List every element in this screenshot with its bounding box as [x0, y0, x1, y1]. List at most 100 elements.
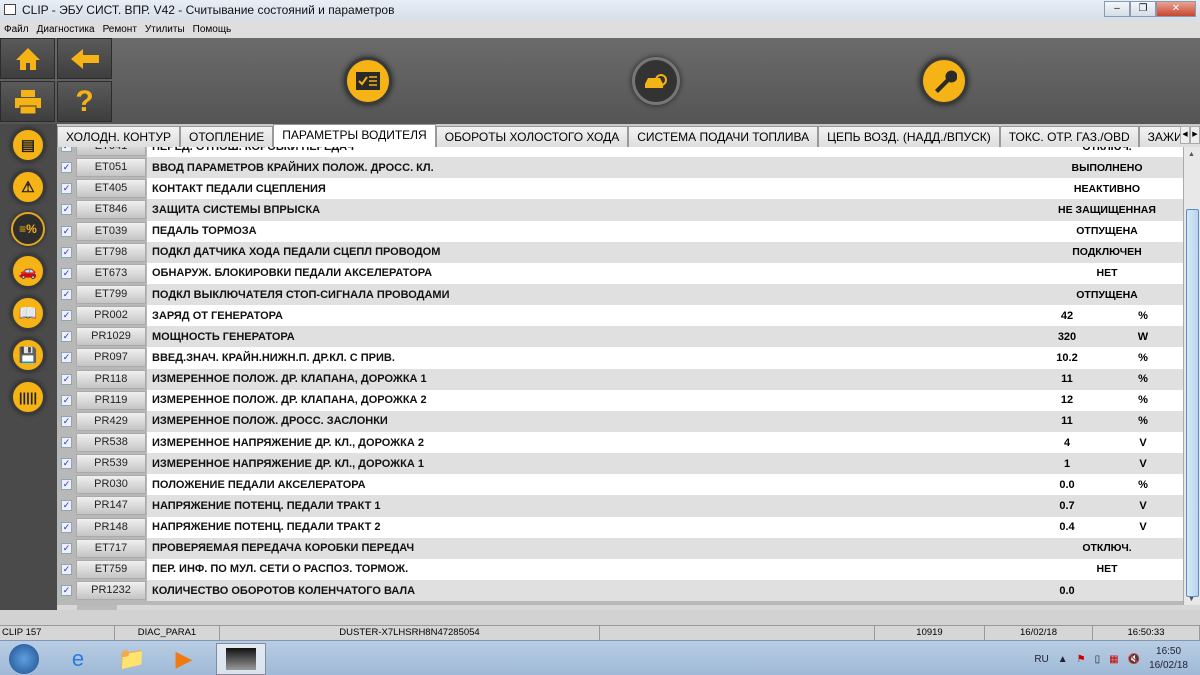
- warning-icon: ⚠: [21, 179, 35, 196]
- row-checkbox[interactable]: ✓: [61, 394, 72, 406]
- close-button[interactable]: ✕: [1156, 1, 1196, 17]
- checklist-button[interactable]: [344, 57, 392, 105]
- row-state: НЕТ: [1096, 267, 1118, 280]
- row-value: 12: [1060, 394, 1074, 407]
- sidebar-parameters-button[interactable]: ≡%: [11, 212, 45, 246]
- vertical-scrollbar[interactable]: ▲ ▼: [1183, 147, 1200, 605]
- row-checkbox[interactable]: ✓: [61, 415, 72, 427]
- row-code-button[interactable]: ET846: [76, 200, 146, 220]
- row-code-button[interactable]: PR1232: [76, 581, 146, 601]
- clock[interactable]: 16:50 16/02/18: [1149, 645, 1188, 673]
- row-code-button[interactable]: ET051: [76, 158, 146, 178]
- sidebar-save-button[interactable]: 💾: [11, 338, 45, 372]
- repair-button[interactable]: [920, 57, 968, 105]
- tab-scroll-left[interactable]: ◀: [1180, 126, 1190, 144]
- sidebar-document-button[interactable]: ▤: [11, 128, 45, 162]
- row-checkbox[interactable]: ✓: [61, 521, 72, 533]
- maximize-button[interactable]: ❐: [1130, 1, 1156, 17]
- row-code-button[interactable]: PR002: [76, 306, 146, 326]
- row-checkbox[interactable]: ✓: [61, 162, 72, 174]
- row-code-button[interactable]: ET717: [76, 538, 146, 558]
- row-code-button[interactable]: ET673: [76, 263, 146, 283]
- row-checkbox[interactable]: ✓: [61, 585, 72, 597]
- tab-fuel-system[interactable]: СИСТЕМА ПОДАЧИ ТОПЛИВА: [628, 126, 819, 147]
- row-code-button[interactable]: PR429: [76, 411, 146, 431]
- row-code-button[interactable]: PR1029: [76, 327, 146, 347]
- row-checkbox[interactable]: ✓: [61, 500, 72, 512]
- menu-diagnostics[interactable]: Диагностика: [37, 24, 95, 35]
- row-checkbox[interactable]: ✓: [61, 563, 72, 575]
- sidebar-vehicle-button[interactable]: 🚗: [11, 254, 45, 288]
- row-checkbox[interactable]: ✓: [61, 373, 72, 385]
- row-code-button[interactable]: PR147: [76, 496, 146, 516]
- row-code-button[interactable]: PR539: [76, 454, 146, 474]
- row-code-button[interactable]: PR538: [76, 433, 146, 453]
- row-checkbox[interactable]: ✓: [61, 437, 72, 449]
- car-diagnostic-button[interactable]: [632, 57, 680, 105]
- row-code-button[interactable]: ET041: [76, 147, 146, 157]
- row-checkbox[interactable]: ✓: [61, 458, 72, 470]
- row-code-button[interactable]: PR118: [76, 369, 146, 389]
- internet-explorer-icon[interactable]: e: [58, 643, 98, 675]
- row-code-button[interactable]: ET759: [76, 559, 146, 579]
- row-checkbox[interactable]: ✓: [61, 147, 72, 153]
- media-player-icon[interactable]: ▶: [164, 643, 204, 675]
- file-explorer-icon[interactable]: 📁: [112, 643, 152, 675]
- menu-repair[interactable]: Ремонт: [103, 24, 137, 35]
- row-code-cell: ET051: [76, 157, 147, 179]
- menu-file[interactable]: Файл: [4, 24, 29, 35]
- row-code-button[interactable]: PR119: [76, 390, 146, 410]
- volume-icon[interactable]: 🔇: [1128, 654, 1140, 665]
- tab-heating[interactable]: ОТОПЛЕНИЕ: [180, 126, 274, 147]
- row-checkbox[interactable]: ✓: [61, 183, 72, 195]
- window-title: CLIP - ЭБУ СИСТ. ВПР. V42 - Считывание с…: [22, 3, 395, 17]
- network-icon[interactable]: ▦: [1109, 654, 1118, 665]
- minimize-button[interactable]: –: [1104, 1, 1130, 17]
- tab-emissions-obd[interactable]: ТОКС. ОТР. ГАЗ./OBD: [999, 126, 1139, 147]
- battery-icon[interactable]: ▯: [1095, 654, 1101, 665]
- scroll-up-icon[interactable]: ▲: [1188, 151, 1195, 158]
- row-checkbox[interactable]: ✓: [61, 331, 72, 343]
- action-center-icon[interactable]: ⚑: [1077, 654, 1086, 665]
- row-code-button[interactable]: ET405: [76, 179, 146, 199]
- tab-idle-speed[interactable]: ОБОРОТЫ ХОЛОСТОГО ХОДА: [435, 126, 629, 147]
- menu-utilities[interactable]: Утилиты: [145, 24, 185, 35]
- print-button[interactable]: [0, 81, 55, 122]
- row-checkbox[interactable]: ✓: [61, 204, 72, 216]
- tab-scroll-right[interactable]: ▶: [1190, 126, 1200, 144]
- row-checkbox[interactable]: ✓: [61, 289, 72, 301]
- language-indicator[interactable]: RU: [1034, 654, 1048, 665]
- row-code-button[interactable]: PR097: [76, 348, 146, 368]
- sidebar-barcode-button[interactable]: |||||: [11, 380, 45, 414]
- sidebar-faults-button[interactable]: ⚠: [11, 170, 45, 204]
- row-code-button[interactable]: PR148: [76, 517, 146, 537]
- scrollbar-thumb[interactable]: [1186, 209, 1199, 597]
- row-checkbox[interactable]: ✓: [61, 310, 72, 322]
- row-code-button[interactable]: PR030: [76, 475, 146, 495]
- tab-air-circuit[interactable]: ЦЕПЬ ВОЗД. (НАДД./ВПУСК): [818, 126, 1000, 147]
- clip-app-icon[interactable]: [216, 643, 266, 675]
- tab-cooling[interactable]: ХОЛОДН. КОНТУР: [57, 126, 181, 147]
- home-button[interactable]: [0, 38, 55, 79]
- row-code-button[interactable]: ET798: [76, 242, 146, 262]
- menu-help[interactable]: Помощь: [193, 24, 232, 35]
- row-checkbox[interactable]: ✓: [61, 267, 72, 279]
- row-checkbox[interactable]: ✓: [61, 246, 72, 258]
- windows-start-icon[interactable]: [4, 643, 44, 675]
- tray-expand-icon[interactable]: ▲: [1058, 654, 1068, 665]
- tab-driver-parameters[interactable]: ПАРАМЕТРЫ ВОДИТЕЛЯ: [273, 124, 436, 147]
- row-value: 0.7: [1059, 499, 1075, 512]
- table-row: ✓ ET041 ПЕРЕД. ОТНОШ. КОРОБКИ ПЕРЕДАЧОТК…: [57, 147, 1183, 158]
- row-code-button[interactable]: ET039: [76, 221, 146, 241]
- scroll-down-icon[interactable]: ▼: [1188, 596, 1195, 603]
- back-button[interactable]: [57, 38, 112, 79]
- row-checkbox[interactable]: ✓: [61, 225, 72, 237]
- row-code-button[interactable]: ET799: [76, 285, 146, 305]
- sidebar-manual-button[interactable]: 📖: [11, 296, 45, 330]
- row-checkbox[interactable]: ✓: [61, 352, 72, 364]
- row-label: ПОЛОЖЕНИЕ ПЕДАЛИ АКСЕЛЕРАТОРА: [152, 478, 366, 491]
- row-checkbox[interactable]: ✓: [61, 479, 72, 491]
- row-checkbox[interactable]: ✓: [61, 542, 72, 554]
- row-unit: V: [1139, 436, 1147, 449]
- help-button[interactable]: ?: [57, 81, 112, 122]
